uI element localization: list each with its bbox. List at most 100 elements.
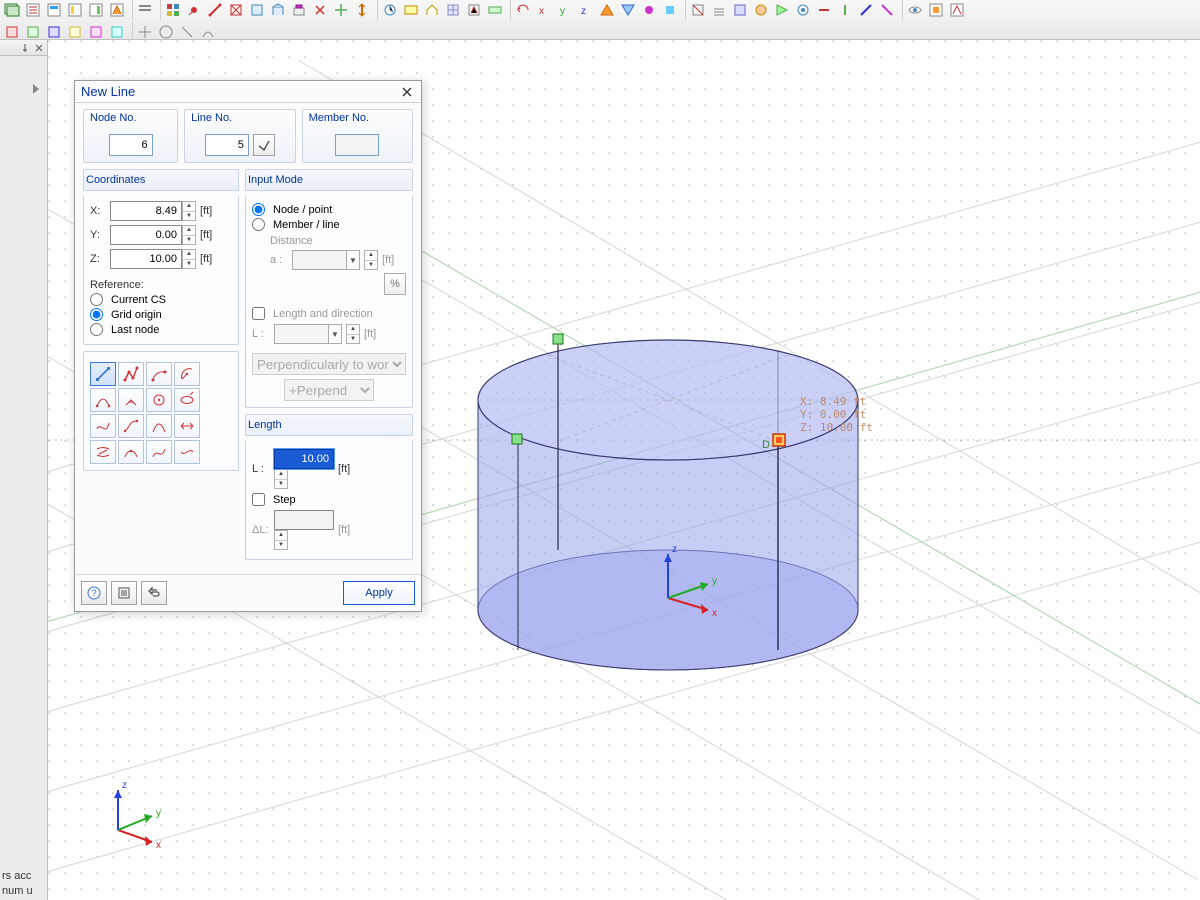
line-single-tool[interactable] [90, 362, 116, 386]
toolbar-icon[interactable]: z [576, 0, 596, 20]
svg-text:x: x [712, 608, 717, 619]
toolbar-icon[interactable] [926, 0, 946, 20]
coord-z-input[interactable] [110, 249, 182, 269]
ellipse-tool[interactable] [174, 388, 200, 412]
spinner[interactable]: ▲▼ [182, 201, 196, 221]
spline-tool[interactable] [90, 414, 116, 438]
toolbar-icon[interactable] [814, 0, 834, 20]
toolbar-icon[interactable] [688, 0, 708, 20]
toolbar-icon[interactable] [793, 0, 813, 20]
toolbar-icon[interactable] [772, 0, 792, 20]
toolbar-icon[interactable] [163, 0, 183, 20]
step-check[interactable]: Step [252, 493, 406, 506]
toolbar-icon[interactable] [877, 0, 897, 20]
toolbar-icon[interactable] [107, 22, 127, 42]
toolbar-icon[interactable] [268, 0, 288, 20]
nurbs-tool[interactable] [118, 414, 144, 438]
toolbar-icon[interactable] [513, 0, 533, 20]
toolbar-icon[interactable] [198, 22, 218, 42]
toolbar-icon[interactable] [177, 22, 197, 42]
cut-line-tool[interactable] [118, 440, 144, 464]
coord-x-input[interactable] [110, 201, 182, 221]
curve-fit-tool[interactable] [146, 440, 172, 464]
toolbar-icon[interactable] [639, 0, 659, 20]
toolbar-icon[interactable] [44, 22, 64, 42]
toolbar-icon[interactable] [23, 22, 43, 42]
toolbar-icon[interactable] [65, 22, 85, 42]
toolbar-icon[interactable] [135, 0, 155, 20]
toolbar-icon[interactable] [2, 22, 22, 42]
arc-3pt-tool[interactable] [146, 362, 172, 386]
arc-angle-tool[interactable] [118, 388, 144, 412]
toolbar-icon[interactable] [65, 0, 85, 20]
toolbar-icon[interactable] [331, 0, 351, 20]
toolbar-icon[interactable] [751, 0, 771, 20]
toolbar-icon[interactable] [401, 0, 421, 20]
trajectory-tool[interactable] [174, 414, 200, 438]
close-icon[interactable] [399, 84, 415, 100]
toolbar-icon[interactable] [597, 0, 617, 20]
node-no-input[interactable] [109, 134, 153, 156]
reference-grid-origin[interactable]: Grid origin [90, 308, 232, 321]
toolbar-icon[interactable] [107, 0, 127, 20]
reference-current-cs[interactable]: Current CS [90, 293, 232, 306]
parabola-tool[interactable] [146, 414, 172, 438]
toolbar-icon[interactable] [86, 0, 106, 20]
toolbar-icon[interactable] [660, 0, 680, 20]
dL-input [274, 510, 334, 530]
toolbar-icon[interactable] [856, 0, 876, 20]
toolbar-icon[interactable] [247, 0, 267, 20]
details-button[interactable] [111, 581, 137, 605]
reference-last-node[interactable]: Last node [90, 323, 232, 336]
toolbar-icon[interactable] [289, 0, 309, 20]
toolbar-icon[interactable] [184, 0, 204, 20]
toolbar-icon[interactable] [443, 0, 463, 20]
toolbar-icon[interactable] [2, 0, 22, 20]
spinner[interactable]: ▲▼ [274, 469, 288, 489]
toolbar-icon[interactable] [905, 0, 925, 20]
toolbar-icon[interactable] [226, 0, 246, 20]
free-line-tool[interactable] [174, 440, 200, 464]
line-no-input[interactable] [205, 134, 249, 156]
toolbar-icon[interactable] [422, 0, 442, 20]
toolbar-icon[interactable]: x [534, 0, 554, 20]
toolbar-icon[interactable] [135, 22, 155, 42]
toolbar-icon[interactable] [485, 0, 505, 20]
member-no-label: Member No. [309, 109, 406, 128]
length-and-direction-check[interactable]: Length and direction [252, 307, 406, 320]
input-mode-node-point[interactable]: Node / point [252, 203, 406, 216]
coord-y-input[interactable] [110, 225, 182, 245]
toolbar-icon[interactable] [618, 0, 638, 20]
toolbar-icon[interactable] [86, 22, 106, 42]
help-button[interactable]: ? [81, 581, 107, 605]
toolbar-icon[interactable] [730, 0, 750, 20]
toolbar-icon[interactable] [44, 0, 64, 20]
toolbar-icon[interactable] [205, 0, 225, 20]
toolbar-icon[interactable] [156, 22, 176, 42]
toolbar-icon[interactable] [23, 0, 43, 20]
collapse-arrow-icon[interactable] [33, 84, 43, 94]
apply-button[interactable]: Apply [343, 581, 415, 605]
toolbar-icon[interactable] [464, 0, 484, 20]
pick-line-button[interactable] [253, 134, 275, 156]
toolbar-icon[interactable]: y [555, 0, 575, 20]
arc-tangent-tool[interactable] [90, 388, 116, 412]
toolbar-icon[interactable] [835, 0, 855, 20]
arc-center-tool[interactable] [174, 362, 200, 386]
input-mode-title: Input Mode [245, 169, 413, 191]
toolbar-icon[interactable] [352, 0, 372, 20]
toolbar-icon[interactable] [380, 0, 400, 20]
spinner[interactable]: ▲▼ [182, 225, 196, 245]
toolbar-icon[interactable] [947, 0, 967, 20]
polyline-tool[interactable] [118, 362, 144, 386]
spinner[interactable]: ▲▼ [182, 249, 196, 269]
undo-button[interactable] [141, 581, 167, 605]
close-icon[interactable] [33, 42, 45, 54]
line-on-surface-tool[interactable] [90, 440, 116, 464]
pin-icon[interactable] [19, 42, 31, 54]
toolbar-icon[interactable] [709, 0, 729, 20]
circle-tool[interactable] [146, 388, 172, 412]
length-L-input[interactable] [274, 449, 334, 469]
input-mode-member-line[interactable]: Member / line [252, 218, 406, 231]
toolbar-icon[interactable] [310, 0, 330, 20]
